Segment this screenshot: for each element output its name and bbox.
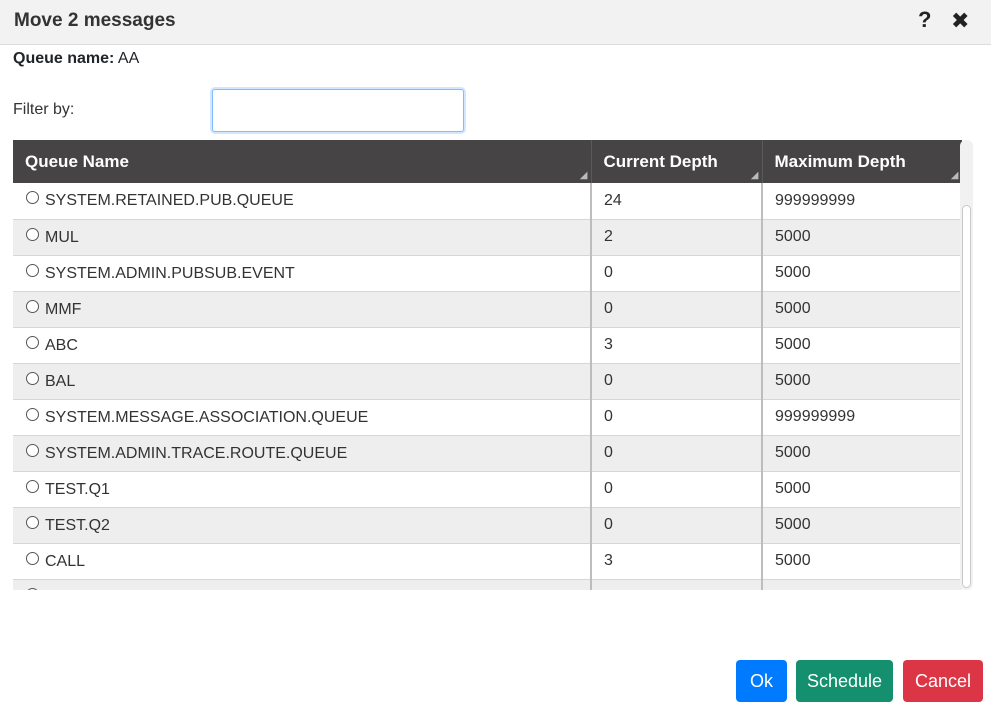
queue-name-cell[interactable]: ABC — [13, 327, 592, 364]
cancel-button[interactable]: Cancel — [903, 660, 983, 702]
radio-button[interactable] — [26, 407, 39, 421]
resize-handle-icon[interactable]: ◢ — [580, 170, 588, 181]
table-row[interactable]: TEST.Q1 0 5000 — [13, 471, 962, 508]
table-row[interactable]: SYSTEM.MESSAGE.ASSOCIATION.QUEUE 0 9999999… — [13, 399, 962, 436]
queue-name-text: MUL — [45, 228, 79, 246]
resize-handle-icon[interactable]: ◢ — [751, 170, 759, 181]
current-depth-cell: 24 — [591, 183, 763, 220]
radio-button[interactable] — [26, 479, 39, 493]
maximum-depth-cell: 5000 — [762, 507, 962, 544]
table-row[interactable]: SYSTEM.RETAINED.PUB.QUEUE 24 999999999 — [13, 183, 962, 220]
table-row[interactable]: SYSTEM.ADMIN.PUBSUB.EVENT 0 5000 — [13, 255, 962, 292]
table-row[interactable]: MUL 2 5000 — [13, 219, 962, 256]
queue-name-text: MMF — [45, 300, 82, 318]
radio-button[interactable] — [26, 443, 39, 457]
maximum-depth-cell: 999999999 — [762, 579, 962, 590]
queue-name-cell[interactable]: TEST.Q2 — [13, 507, 592, 544]
current-depth-cell: 0 — [591, 363, 763, 400]
queue-name-cell[interactable]: MUL — [13, 219, 592, 256]
column-header-queue-name[interactable]: Queue Name ◢ — [13, 140, 592, 183]
radio-button[interactable] — [26, 227, 39, 241]
scrollbar-thumb[interactable] — [962, 205, 971, 588]
queue-name-text: SYSTEM.MESSAGE.ASSOCIATION.QUEUE — [45, 408, 369, 426]
maximum-depth-cell: 5000 — [762, 363, 962, 400]
close-icon[interactable]: ✖ — [951, 8, 969, 34]
table-row[interactable]: SYSTEM.ADMIN.TRACE.ROUTE.QUEUE 0 5000 — [13, 435, 962, 472]
radio-button[interactable] — [26, 299, 39, 313]
ok-button[interactable]: Ok — [736, 660, 787, 702]
queue-name-cell[interactable]: SYSTEM.MESSAGE.ASSOCIATION.QUEUE — [13, 399, 592, 436]
help-icon[interactable]: ? — [918, 7, 931, 33]
queue-name-text: TEST.Q1 — [45, 480, 110, 498]
column-header-current-depth[interactable]: Current Depth ◢ — [591, 140, 763, 183]
radio-button[interactable] — [26, 191, 39, 205]
radio-button[interactable] — [26, 335, 39, 349]
queue-name-cell[interactable]: MMF — [13, 291, 592, 328]
maximum-depth-cell: 5000 — [762, 327, 962, 364]
maximum-depth-cell: 5000 — [762, 435, 962, 472]
table-row[interactable]: MMF 0 5000 — [13, 291, 962, 328]
queue-name-cell[interactable]: SYSTEM.CLUSTER.HISTORY.QUEUE — [13, 579, 592, 591]
current-depth-cell: 0 — [591, 435, 763, 472]
radio-button[interactable] — [26, 515, 39, 529]
queue-name-cell[interactable]: CALL — [13, 543, 592, 580]
maximum-depth-cell: 5000 — [762, 255, 962, 292]
table-row[interactable]: BAL 0 5000 — [13, 363, 962, 400]
queue-name-text: ABC — [45, 336, 78, 354]
queue-name-cell[interactable]: BAL — [13, 363, 592, 400]
dialog-header: Move 2 messages ? ✖ — [0, 0, 991, 45]
queue-name-cell[interactable]: TEST.Q1 — [13, 471, 592, 508]
table-row[interactable]: ABC 3 5000 — [13, 327, 962, 364]
current-depth-cell: 3 — [591, 543, 763, 580]
queue-name-text: BAL — [45, 372, 76, 390]
radio-button[interactable] — [26, 263, 39, 277]
queue-table: Queue Name ◢ Current Depth ◢ Maximum Depth… — [13, 140, 962, 590]
filter-input[interactable] — [212, 89, 464, 132]
table-row[interactable]: TEST.Q2 0 5000 — [13, 507, 962, 544]
column-header-maximum-depth[interactable]: Maximum Depth ◢ — [762, 140, 962, 183]
maximum-depth-cell: 999999999 — [762, 183, 962, 220]
table-row[interactable]: SYSTEM.CLUSTER.HISTORY.QUEUE 0999999999 — [13, 579, 962, 590]
current-depth-cell: 0 — [591, 399, 763, 436]
current-depth-cell: 0 — [591, 471, 763, 508]
queue-name-value: AA — [117, 50, 140, 67]
queue-name-text: SYSTEM.RETAINED.PUB.QUEUE — [45, 192, 294, 210]
queue-name-text: CALL — [45, 552, 86, 570]
filter-label: Filter by: — [13, 101, 75, 118]
queue-name-line: Queue name: AA — [13, 50, 139, 68]
queue-name-text: SYSTEM.ADMIN.TRACE.ROUTE.QUEUE — [45, 444, 348, 462]
queue-name-cell[interactable]: SYSTEM.ADMIN.PUBSUB.EVENT — [13, 255, 592, 292]
current-depth-cell: 2 — [591, 219, 763, 256]
queue-name-text: TEST.Q2 — [45, 516, 110, 534]
maximum-depth-cell: 5000 — [762, 543, 962, 580]
maximum-depth-cell: 5000 — [762, 219, 962, 256]
queue-name-cell[interactable]: SYSTEM.ADMIN.TRACE.ROUTE.QUEUE — [13, 435, 592, 472]
maximum-depth-cell: 5000 — [762, 291, 962, 328]
current-depth-cell: 3 — [591, 327, 763, 364]
table-row[interactable]: CALL 3 5000 — [13, 543, 962, 580]
current-depth-cell: 0 — [591, 291, 763, 328]
dialog-title: Move 2 messages — [14, 10, 176, 31]
resize-handle-icon[interactable]: ◢ — [951, 170, 959, 181]
current-depth-cell: 0 — [591, 255, 763, 292]
queue-name-text: SYSTEM.ADMIN.PUBSUB.EVENT — [45, 264, 295, 282]
maximum-depth-cell: 5000 — [762, 471, 962, 508]
queue-name-text: SYSTEM.CLUSTER.HISTORY.QUEUE — [45, 589, 324, 591]
current-depth-cell: 0 — [591, 507, 763, 544]
radio-button[interactable] — [26, 371, 39, 385]
radio-button[interactable] — [26, 587, 39, 590]
radio-button[interactable] — [26, 551, 39, 565]
table-header-row: Queue Name ◢ Current Depth ◢ Maximum Depth… — [13, 140, 962, 183]
schedule-button[interactable]: Schedule — [796, 660, 893, 702]
queue-name-label: Queue name: — [13, 50, 115, 67]
queue-name-cell[interactable]: SYSTEM.RETAINED.PUB.QUEUE — [13, 183, 592, 220]
maximum-depth-cell: 999999999 — [762, 399, 962, 436]
current-depth-cell: 0 — [591, 579, 763, 590]
